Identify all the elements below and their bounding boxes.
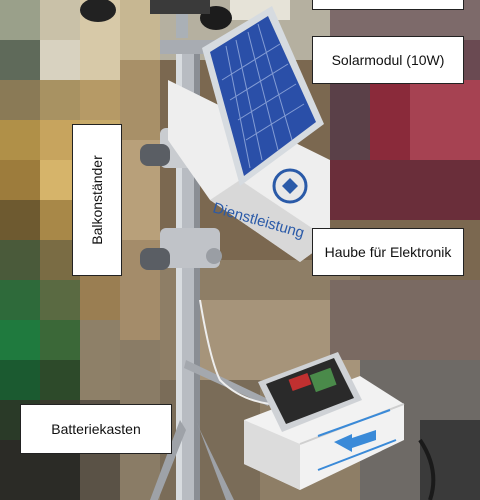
label-stand: Balkonständer bbox=[72, 124, 122, 276]
label-top-partial bbox=[312, 0, 464, 10]
label-electronics-cover: Haube für Elektronik bbox=[312, 228, 464, 276]
label-solar-module-text: Solarmodul (10W) bbox=[331, 52, 445, 68]
label-battery-box: Batteriekasten bbox=[20, 404, 172, 454]
anemometer-icon bbox=[80, 0, 232, 38]
label-battery-box-text: Batteriekasten bbox=[51, 421, 141, 437]
label-solar-module: Solarmodul (10W) bbox=[312, 36, 464, 84]
photo-scene: Dienstleistung Solarmodul (10W) Balkonst… bbox=[0, 0, 480, 500]
label-stand-text: Balkonständer bbox=[89, 155, 106, 245]
label-electronics-cover-text: Haube für Elektronik bbox=[324, 244, 452, 260]
battery-enclosure-icon bbox=[244, 352, 405, 490]
